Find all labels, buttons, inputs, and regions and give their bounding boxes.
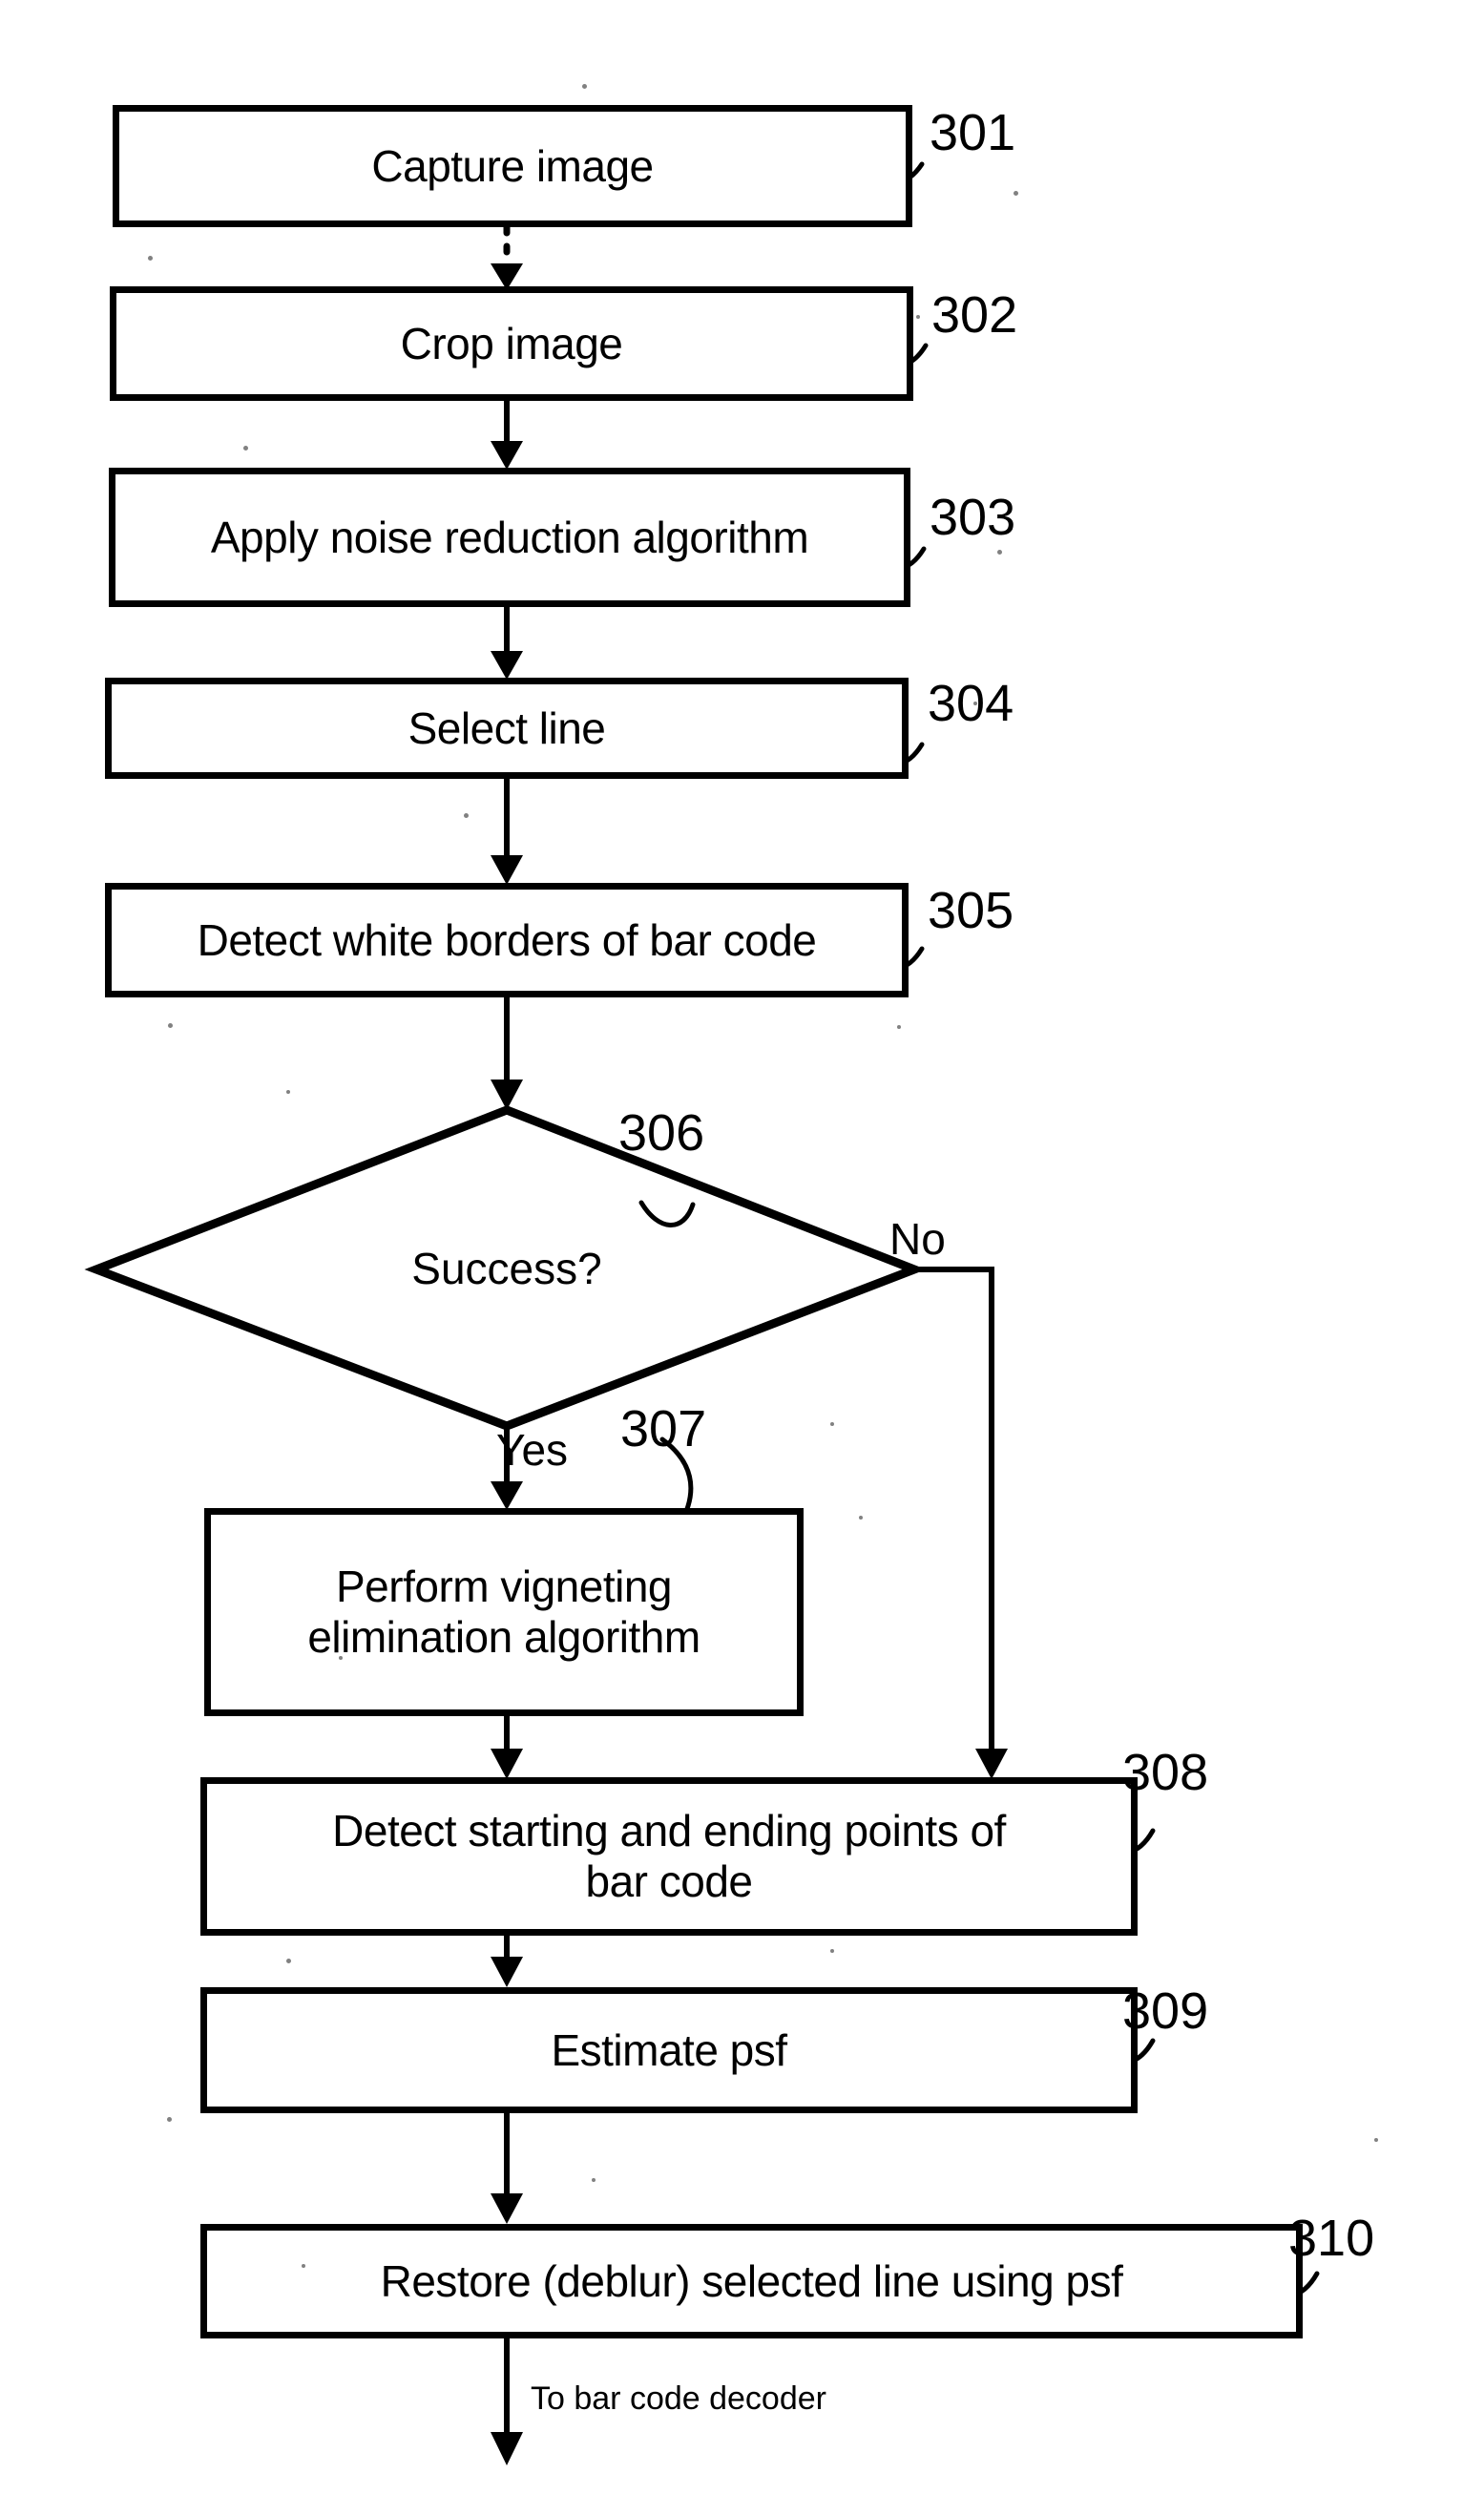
- scan-speck: [168, 1023, 173, 1028]
- node-305-label: Detect white borders of bar code: [197, 914, 817, 965]
- node-301-capture-image: Capture image: [113, 105, 912, 227]
- scan-speck: [973, 702, 977, 705]
- node-306-label: Success?: [411, 1244, 602, 1293]
- connector-303-304: [491, 604, 523, 680]
- node-309-label: Estimate psf: [551, 2024, 787, 2075]
- scan-speck: [286, 1959, 291, 1963]
- scan-speck: [592, 2178, 596, 2182]
- scan-speck: [897, 1025, 901, 1029]
- scan-speck: [167, 2117, 172, 2122]
- connector-310-decoder: [491, 2337, 523, 2465]
- scan-speck: [148, 256, 153, 261]
- scan-speck: [286, 1090, 290, 1094]
- scan-speck: [1374, 2138, 1378, 2142]
- ref-number-307: 307: [620, 1400, 707, 1457]
- node-309-estimate-psf: Estimate psf: [200, 1987, 1138, 2113]
- ref-number-306: 306: [618, 1104, 705, 1162]
- node-310-restore-deblur: Restore (deblur) selected line using psf: [200, 2224, 1303, 2338]
- node-302-label: Crop image: [400, 318, 623, 368]
- edge-label-no: No: [889, 1214, 946, 1264]
- ref-number-310: 310: [1288, 2210, 1375, 2267]
- ref-number-308: 308: [1122, 1744, 1209, 1801]
- node-308-detect-start-end-points: Detect starting and ending points of bar…: [200, 1777, 1138, 1936]
- ref-number-303: 303: [930, 489, 1016, 546]
- scan-speck: [830, 1949, 834, 1953]
- connector-306-308-no: [914, 1267, 1008, 1779]
- terminal-label-to-decoder: To bar code decoder: [531, 2380, 826, 2417]
- scan-speck: [1014, 191, 1018, 196]
- scan-speck: [582, 84, 587, 89]
- scan-speck: [464, 813, 469, 818]
- scan-speck: [830, 1422, 834, 1426]
- ref-number-302: 302: [931, 286, 1018, 344]
- node-302-crop-image: Crop image: [110, 286, 913, 401]
- node-308-label: Detect starting and ending points of bar…: [332, 1806, 1006, 1906]
- ref-number-304: 304: [928, 675, 1014, 732]
- node-307-vigneting-elimination: Perform vigneting elimination algorithm: [204, 1508, 804, 1716]
- scan-speck: [339, 1656, 343, 1660]
- ref-number-305: 305: [928, 882, 1014, 939]
- scan-speck: [997, 550, 1002, 555]
- node-304-label: Select line: [408, 702, 606, 753]
- scan-speck: [302, 2264, 305, 2268]
- connector-305-306: [491, 996, 523, 1110]
- ref-number-309: 309: [1122, 1982, 1209, 2040]
- node-301-label: Capture image: [371, 140, 654, 191]
- connector-301-302: [491, 223, 523, 290]
- connector-308-309: [491, 1936, 523, 1987]
- node-305-detect-white-borders: Detect white borders of bar code: [105, 883, 909, 997]
- node-304-select-line: Select line: [105, 678, 909, 779]
- connector-307-308: [491, 1716, 523, 1779]
- node-310-label: Restore (deblur) selected line using psf: [380, 2255, 1123, 2306]
- scan-speck: [916, 315, 920, 319]
- node-307-label: Perform vigneting elimination algorithm: [307, 1562, 700, 1662]
- ref-number-301: 301: [930, 104, 1016, 161]
- edge-label-yes: Yes: [496, 1425, 569, 1475]
- scan-speck: [243, 446, 248, 451]
- connector-304-305: [491, 776, 523, 885]
- flowchart-figure: Capture image 301 Crop image 302 Apply n…: [0, 0, 1484, 2495]
- connector-309-310: [491, 2112, 523, 2224]
- connector-302-303: [491, 399, 523, 470]
- node-303-noise-reduction: Apply noise reduction algorithm: [109, 468, 910, 607]
- node-303-label: Apply noise reduction algorithm: [210, 512, 809, 562]
- scan-speck: [859, 1516, 863, 1520]
